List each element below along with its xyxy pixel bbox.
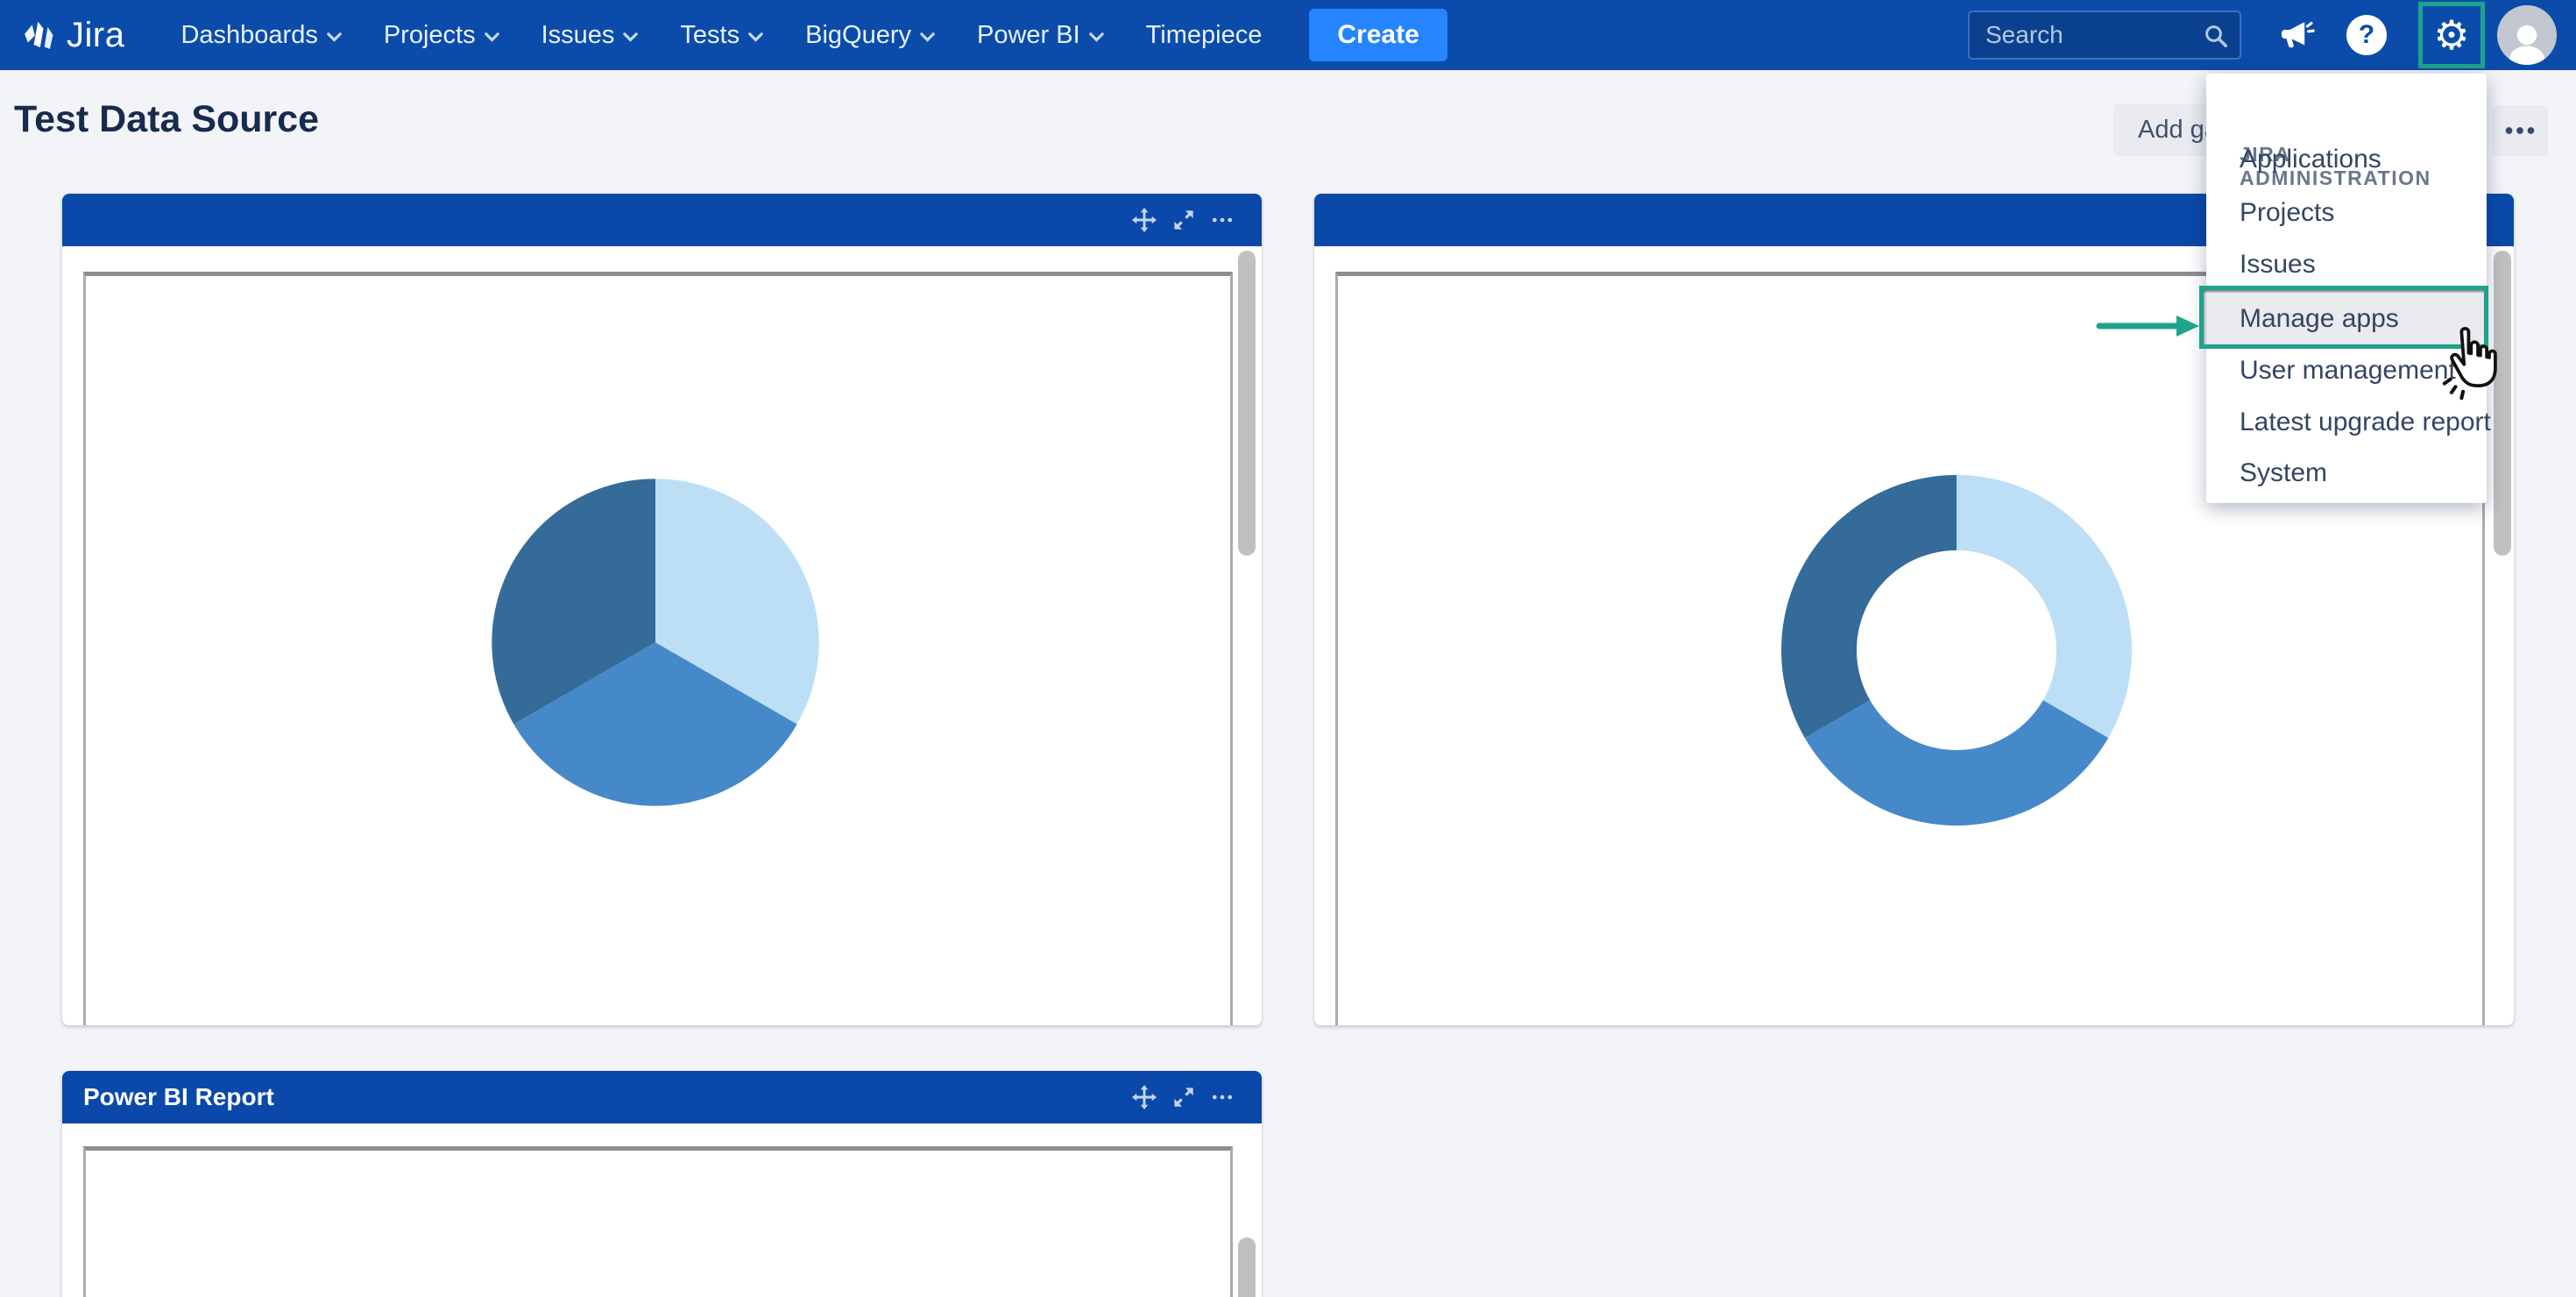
donut-hole (1857, 550, 2056, 750)
gadget-pie-chart (62, 194, 1262, 1025)
gadget-body (62, 1123, 1262, 1297)
scrollbar-thumb[interactable] (2494, 251, 2511, 556)
jira-logo-text: Jira (67, 16, 124, 55)
nav-item-projects[interactable]: Projects (384, 21, 499, 50)
pie-chart (484, 471, 827, 814)
menu-item-system[interactable]: System (2240, 454, 2327, 493)
nav-item-tests[interactable]: Tests (680, 21, 763, 50)
expand-icon[interactable] (1171, 207, 1197, 233)
chevron-down-icon (748, 32, 763, 42)
gadget-menu-ellipsis-icon[interactable] (1209, 1084, 1235, 1110)
search-input[interactable] (1970, 12, 2240, 58)
search-box (1968, 11, 2241, 60)
settings-gear-icon[interactable] (2433, 15, 2469, 55)
jira-administration-dropdown: JIRA ADMINISTRATION Applications Project… (2206, 74, 2487, 503)
menu-item-latest-upgrade-report[interactable]: Latest upgrade report (2240, 403, 2491, 442)
nav-item-dashboards[interactable]: Dashboards (180, 21, 341, 50)
nav-item-powerbi[interactable]: Power BI (977, 21, 1104, 50)
menu-item-manage-apps[interactable]: Manage apps (2240, 300, 2399, 338)
create-button[interactable]: Create (1309, 9, 1447, 61)
gadget-header-icons (1130, 1071, 1235, 1123)
feedback-megaphone-icon[interactable] (2276, 16, 2315, 54)
top-navigation-bar: Jira Dashboards Projects Issues Tests Bi… (0, 0, 2576, 70)
menu-item-user-management[interactable]: User management (2240, 351, 2456, 390)
settings-gear-highlight-box (2418, 2, 2485, 68)
gadget-header[interactable]: Power BI Report (62, 1071, 1262, 1123)
annotation-arrow-icon (2096, 308, 2203, 344)
gadget-header[interactable] (62, 194, 1262, 246)
embedded-report-frame (83, 1146, 1233, 1297)
scrollbar-thumb[interactable] (1238, 251, 1256, 556)
gadget-title: Power BI Report (83, 1083, 274, 1111)
jira-dashboard-page: Jira Dashboards Projects Issues Tests Bi… (0, 0, 2576, 1297)
chevron-down-icon (485, 32, 499, 42)
gadget-body (62, 246, 1262, 1025)
chevron-down-icon (1089, 32, 1104, 42)
dashboard-more-button[interactable] (2492, 105, 2548, 156)
chevron-down-icon (327, 32, 342, 42)
chevron-down-icon (920, 32, 935, 42)
person-silhouette-icon (2503, 21, 2551, 65)
move-icon[interactable] (1130, 1083, 1158, 1111)
jira-logo-icon (19, 16, 58, 54)
page-title: Test Data Source (14, 98, 319, 141)
ellipsis-icon (2500, 110, 2540, 151)
move-icon[interactable] (1130, 206, 1158, 234)
gadget-menu-ellipsis-icon[interactable] (1209, 207, 1235, 233)
menu-item-projects[interactable]: Projects (2240, 194, 2334, 232)
nav-item-bigquery[interactable]: BigQuery (805, 21, 935, 50)
user-avatar[interactable] (2497, 5, 2557, 65)
donut-chart (1773, 466, 2141, 834)
gadget-header-icons (1130, 194, 1235, 246)
scrollbar-thumb[interactable] (1238, 1237, 1256, 1297)
chevron-down-icon (623, 32, 638, 42)
gadget-powerbi-report: Power BI Report (62, 1071, 1262, 1297)
hand-cursor-icon (2429, 321, 2509, 401)
jira-logo[interactable]: Jira (19, 16, 124, 55)
menu-item-applications[interactable]: Applications (2240, 140, 2381, 179)
menu-item-issues[interactable]: Issues (2240, 245, 2316, 284)
nav-item-timepiece[interactable]: Timepiece (1146, 21, 1263, 50)
expand-icon[interactable] (1171, 1084, 1197, 1110)
help-icon[interactable]: ? (2346, 15, 2387, 55)
nav-item-issues[interactable]: Issues (541, 21, 639, 50)
search-icon[interactable] (2203, 23, 2229, 49)
